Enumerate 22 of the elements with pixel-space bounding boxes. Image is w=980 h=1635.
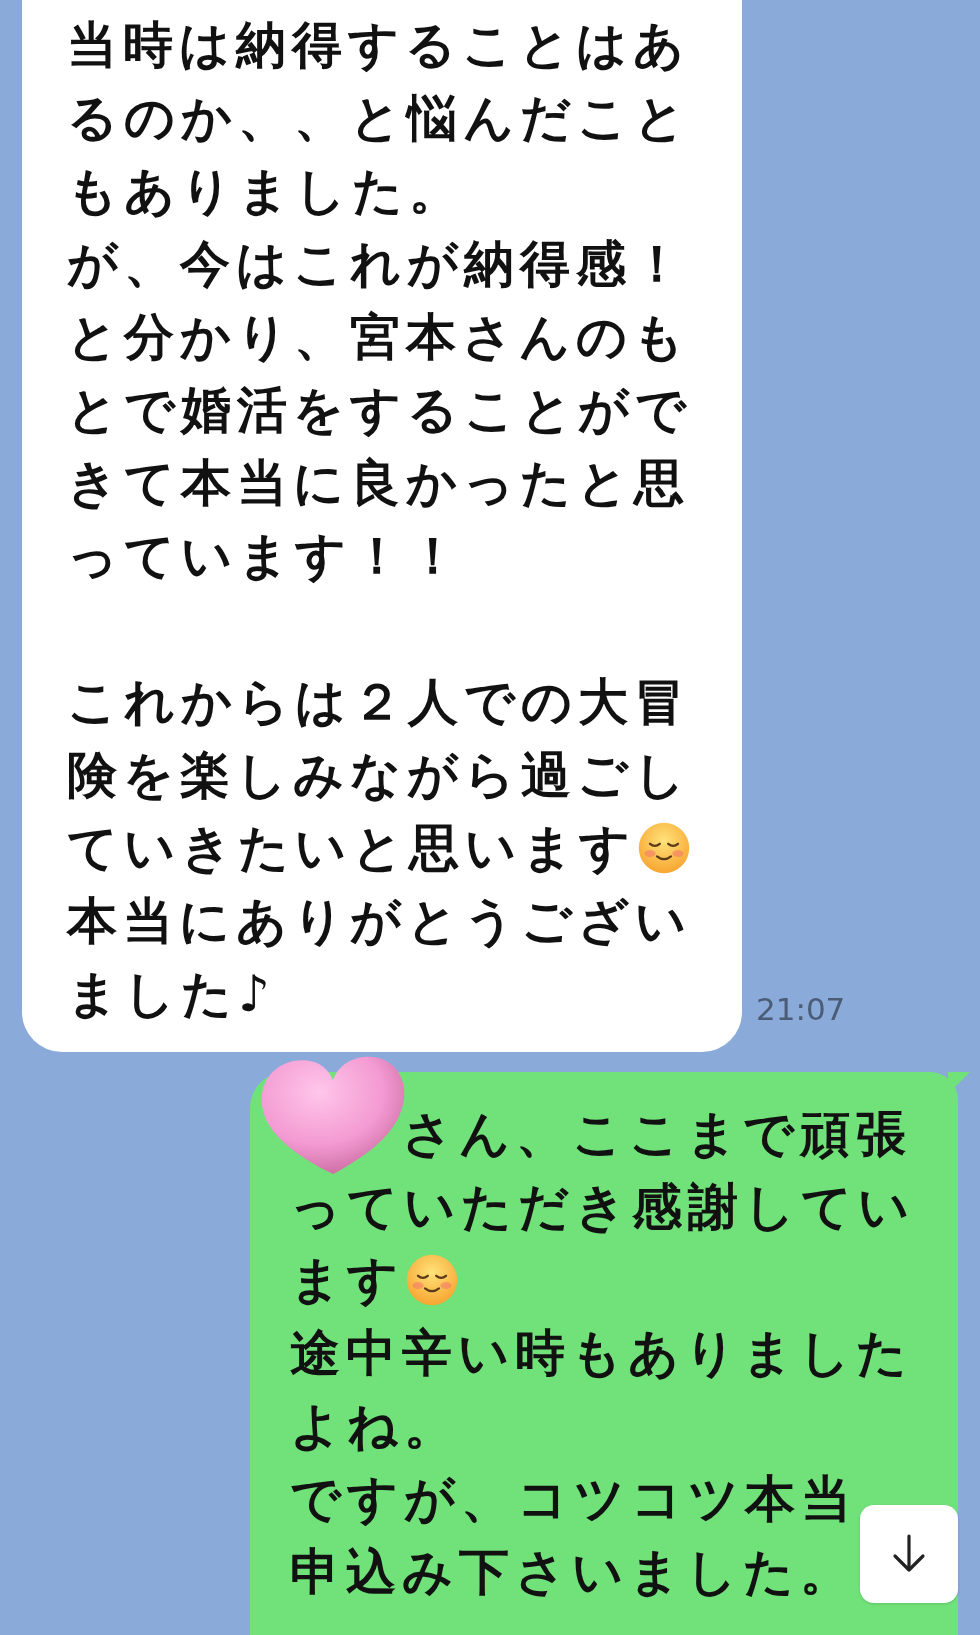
message-text: よね。 xyxy=(290,1395,460,1456)
message-text: これからは２人での大冒 xyxy=(67,671,690,732)
message-text: るのか、、と悩んだこと xyxy=(67,87,691,148)
message-text: 当時は納得することはあ xyxy=(67,14,690,75)
message-text: っていただき感謝してい xyxy=(290,1176,915,1237)
message-text: ます xyxy=(290,1249,404,1310)
message-text: っています！！ xyxy=(67,525,464,586)
message-text: とで婚活をすることがで xyxy=(67,379,692,440)
message-text: ていきたいと思います xyxy=(67,817,636,878)
message-text: きて本当に良かったと思 xyxy=(67,452,690,513)
message-text: 申込み下さいました。 xyxy=(290,1541,856,1602)
message-text: さん、ここまで頑張 xyxy=(402,1103,912,1164)
message-text: 険を楽しみながら過ごし xyxy=(67,744,691,805)
message-text: もありました。 xyxy=(67,160,465,221)
message-text: と分かり、宮本さんのも xyxy=(67,306,690,367)
message-text: 途中辛い時もありました xyxy=(290,1322,913,1383)
scroll-down-button[interactable] xyxy=(860,1505,958,1603)
message-text: ですが、コツコツ本当 xyxy=(290,1468,857,1529)
timestamp: 21:07 xyxy=(756,989,846,1029)
message-text: が、今はこれが納得感！ xyxy=(67,233,688,294)
message-text: ました♪ xyxy=(67,963,276,1024)
message-text: 本当にありがとうござい xyxy=(67,890,692,951)
